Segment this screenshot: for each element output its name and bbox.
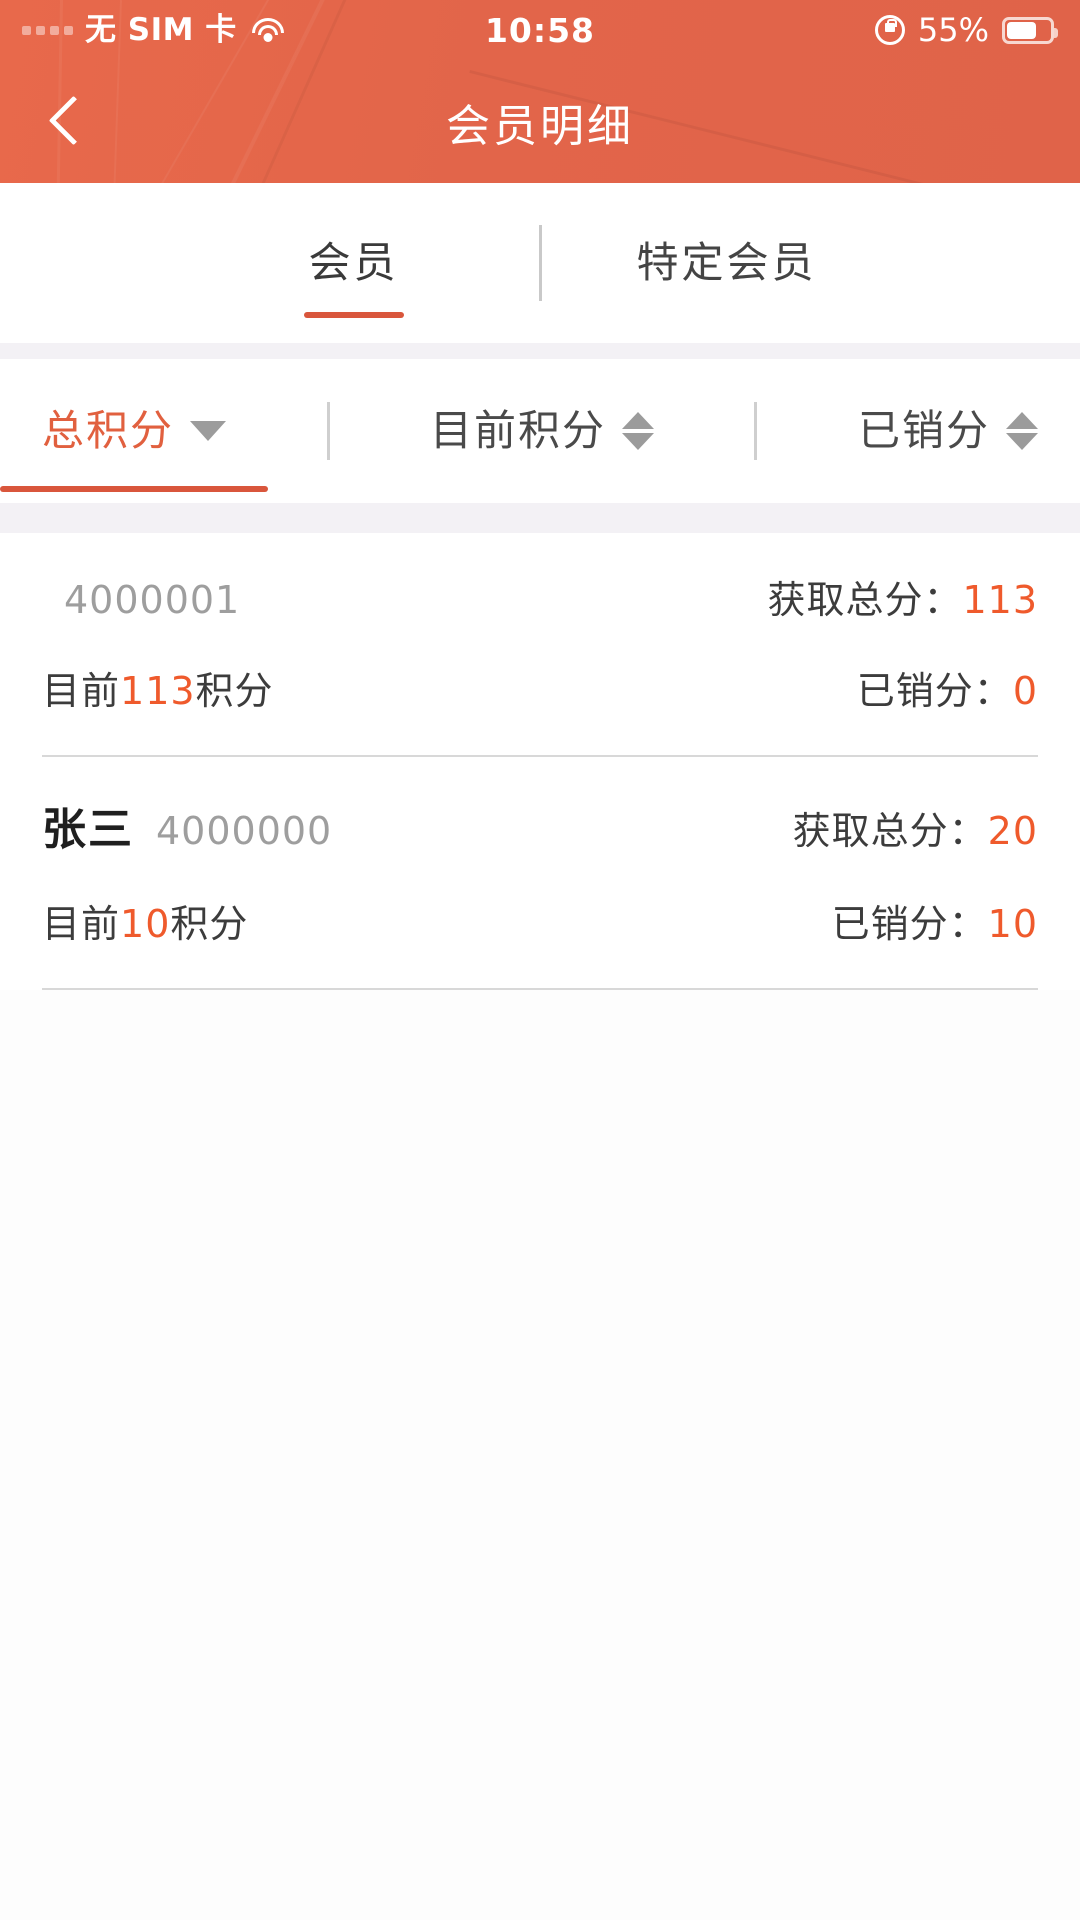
sort-updown-icon [622,412,654,450]
member-row-bottom: 目前113积分 已销分：0 [42,624,1038,755]
battery-icon [1002,16,1058,44]
member-total-earned: 获取总分：20 [793,800,1038,855]
member-code: 4000001 [64,578,241,622]
caret-down-icon [190,421,227,441]
redeemed-value: 0 [1012,669,1038,713]
current-points-value: 10 [120,902,171,946]
member-identity: 4000001 [42,578,240,622]
sort-active-indicator [0,486,269,492]
tab-members[interactable]: 会员 [219,238,489,318]
tab-active-indicator [303,312,404,318]
tab-bar: 会员 特定会员 [0,183,1080,343]
list-divider [42,988,1038,990]
member-list: 4000001 获取总分：113 目前113积分 已销分：0 张三 400000… [0,533,1080,990]
sort-updown-icon [1005,412,1038,450]
list-top-band [0,503,1080,533]
page-title: 会员明细 [446,100,634,152]
sort-total-points[interactable]: 总积分 [0,406,269,492]
app-screen: 无 SIM 卡 10:58 55% 会员明细 会员 特定会员 总积分 目前积分 … [0,0,1080,1920]
sort-current-points-label: 目前积分 [429,406,606,455]
redeemed-label: 已销分： [831,902,988,946]
current-points-prefix: 目前 [42,902,121,946]
member-row-top: 4000001 获取总分：113 [42,533,1038,624]
current-points-suffix: 积分 [170,902,249,946]
sort-redeemed-points-label: 已销分 [857,406,990,455]
status-bar: 无 SIM 卡 10:58 55% [0,0,1080,60]
current-points-value: 113 [120,669,196,713]
sort-total-points-label: 总积分 [42,406,175,455]
total-earned-label: 获取总分： [792,809,988,853]
tab-separator [538,225,542,301]
member-current-points: 目前113积分 [42,660,274,715]
redeemed-value: 10 [987,902,1038,946]
sort-separator [754,402,758,460]
member-row-top: 张三 4000000 获取总分：20 [42,757,1038,857]
member-total-earned: 获取总分：113 [767,569,1038,624]
sort-separator [326,402,330,460]
sort-bar: 总积分 目前积分 已销分 [0,359,1080,503]
status-bar-clock: 10:58 [484,10,596,50]
tab-members-label: 会员 [308,238,399,287]
member-code: 4000000 [156,809,333,853]
total-earned-value: 113 [962,578,1038,622]
member-redeemed-points: 已销分：10 [832,893,1038,948]
total-earned-label: 获取总分： [767,578,963,622]
list-item[interactable]: 张三 4000000 获取总分：20 目前10积分 已销分：10 [0,757,1080,988]
member-redeemed-points: 已销分：0 [857,660,1038,715]
member-row-bottom: 目前10积分 已销分：10 [42,857,1038,988]
sort-redeemed-points[interactable]: 已销分 [858,410,1038,452]
list-item[interactable]: 4000001 获取总分：113 目前113积分 已销分：0 [0,533,1080,755]
section-divider-band [0,343,1080,359]
top-bar: 无 SIM 卡 10:58 55% 会员明细 [0,0,1080,183]
navigation-bar: 会员明细 [0,60,1080,183]
tab-specific-members-label: 特定会员 [636,238,817,287]
current-points-prefix: 目前 [42,669,121,713]
member-name: 张三 [42,804,134,855]
member-current-points: 目前10积分 [42,893,248,948]
total-earned-value: 20 [987,809,1038,853]
sort-current-points[interactable]: 目前积分 [430,410,654,452]
tab-specific-members[interactable]: 特定会员 [592,242,862,284]
rotation-lock-icon [874,15,905,45]
redeemed-label: 已销分： [856,669,1013,713]
current-points-suffix: 积分 [195,669,274,713]
member-identity: 张三 4000000 [42,793,332,857]
